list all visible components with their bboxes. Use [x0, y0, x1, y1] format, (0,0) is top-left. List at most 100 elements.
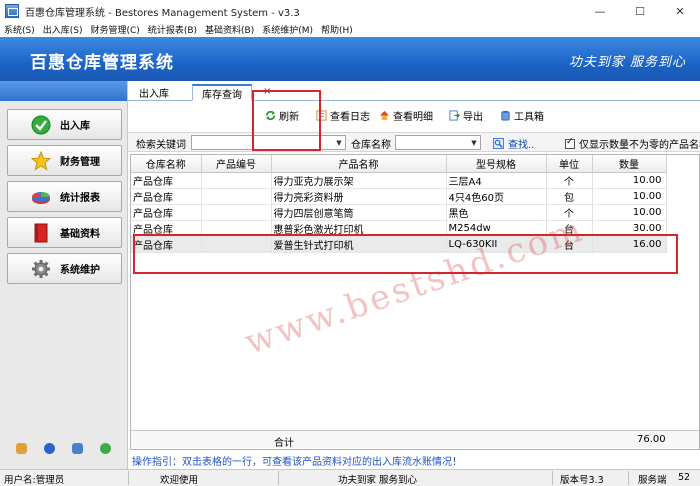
toolbar: 刷新 查看日志 查看明细 导出 工具箱 [128, 106, 700, 124]
cell-quantity: 10.00 [592, 204, 667, 221]
cell-unit: 台 [546, 236, 593, 253]
column-header-quantity[interactable]: 数量 [592, 155, 667, 173]
sidebar-item-stock-inout[interactable]: 出入库 [7, 109, 122, 140]
cell-product-name: 得力亮彩资料册 [271, 188, 447, 205]
sidebar-item-maintenance[interactable]: 系统维护 [7, 253, 122, 284]
gear-icon [30, 258, 52, 280]
window-controls: — ☐ ✕ [580, 0, 700, 22]
nonzero-filter-checkbox[interactable]: 仅显示数量不为零的产品名称 [565, 136, 700, 151]
status-bar: 用户名:管理员 欢迎使用 功夫到家 服务到心 版本号3.3 服务端 52 [0, 469, 700, 486]
warehouse-label: 仓库名称 [351, 140, 391, 151]
export-button[interactable]: 导出 [449, 106, 483, 124]
keyword-combo[interactable]: ▼ [191, 135, 346, 150]
table-row[interactable]: 产品仓库 得力亮彩资料册 4只4色60页 包 10.00 [131, 188, 667, 205]
cell-model: 黑色 [446, 204, 547, 221]
menu-bar: 系统(S) 出入库(S) 财务管理(C) 统计报表(B) 基础资料(B) 系统维… [0, 22, 700, 37]
cell-warehouse: 产品仓库 [131, 172, 202, 189]
menu-help[interactable]: 帮助(H) [321, 23, 353, 36]
refresh-icon[interactable] [99, 443, 111, 454]
cell-product-code [201, 188, 272, 205]
sidebar-item-label: 系统维护 [60, 265, 100, 276]
info-icon[interactable] [44, 443, 56, 454]
chevron-down-icon[interactable]: ▼ [333, 136, 345, 149]
table-row[interactable]: 产品仓库 得力亚克力展示架 三层A4 个 10.00 [131, 172, 667, 189]
column-header-product-code[interactable]: 产品编号 [201, 155, 272, 173]
status-version: 版本号3.3 [560, 475, 604, 486]
cell-quantity: 10.00 [592, 188, 667, 205]
cell-warehouse: 产品仓库 [131, 204, 202, 221]
banner-slogan: 功夫到家 服务到心 [568, 55, 686, 70]
table-footer: 合计 76.00 [131, 430, 699, 449]
refresh-button[interactable]: 刷新 [265, 106, 299, 124]
search-icon[interactable] [71, 443, 83, 454]
close-button[interactable]: ✕ [660, 0, 700, 22]
menu-reports[interactable]: 统计报表(B) [148, 23, 197, 36]
keyword-label: 检索关键词 [136, 140, 186, 151]
cell-product-name: 得力四层创意笔筒 [271, 204, 447, 221]
cell-product-name: 得力亚克力展示架 [271, 172, 447, 189]
table-row[interactable]: 产品仓库 惠普彩色激光打印机 M254dw 台 30.00 [131, 220, 667, 237]
sidebar-item-finance[interactable]: 财务管理 [7, 145, 122, 176]
menu-finance[interactable]: 财务管理(C) [91, 23, 140, 36]
minimize-button[interactable]: — [580, 0, 620, 22]
refresh-icon [265, 110, 276, 120]
checkbox-checked-icon[interactable] [565, 137, 575, 149]
search-bar: 检索关键词 ▼ 仓库名称 ▼ 查找.. 仅显示数量不为零的产品名称 [128, 132, 700, 152]
view-detail-button[interactable]: 查看明细 [379, 106, 433, 124]
tab-stock-inout[interactable]: 出入库 [130, 84, 178, 101]
notes-icon[interactable] [16, 443, 28, 454]
status-slogan: 功夫到家 服务到心 [338, 475, 418, 486]
export-label: 导出 [463, 111, 483, 123]
cell-product-code [201, 220, 272, 237]
cell-warehouse: 产品仓库 [131, 188, 202, 205]
column-header-unit[interactable]: 单位 [546, 155, 593, 173]
cell-product-code [201, 204, 272, 221]
cell-unit: 个 [546, 204, 593, 221]
tab-close-icon[interactable]: × [263, 86, 271, 97]
menu-system[interactable]: 系统(S) [4, 23, 35, 36]
sidebar-item-reports[interactable]: 统计报表 [7, 181, 122, 212]
cell-quantity: 10.00 [592, 172, 667, 189]
window-title: 百惠仓库管理系统 - Bestores Management System - … [25, 7, 300, 19]
check-circle-icon [30, 114, 52, 136]
operation-hint: 操作指引：双击表格的一行，可查看该产品资料对应的出入库流水账情况！ [132, 457, 462, 468]
cell-product-name: 爱普生针式打印机 [271, 236, 447, 253]
find-button[interactable]: 查找.. [493, 136, 534, 151]
toolbox-icon [501, 110, 510, 121]
toolbox-button[interactable]: 工具箱 [500, 106, 544, 124]
sidebar: 出入库 财务管理 统计报表 基础资料 系统维护 [0, 81, 128, 469]
sidebar-header [0, 81, 127, 101]
sidebar-item-basic-data[interactable]: 基础资料 [7, 217, 122, 248]
menu-maintenance[interactable]: 系统维护(M) [262, 23, 313, 36]
table-row-selected[interactable]: 产品仓库 爱普生针式打印机 LQ-630KII 台 16.00 [131, 236, 667, 253]
total-value: 76.00 [637, 434, 666, 445]
column-header-product-name[interactable]: 产品名称 [271, 155, 447, 173]
inventory-table: 仓库名称 产品编号 产品名称 型号规格 单位 数量 产品仓库 得力亚克力展示架 … [131, 155, 667, 253]
find-label: 查找.. [508, 140, 535, 151]
column-header-model[interactable]: 型号规格 [446, 155, 547, 173]
status-separator [128, 471, 129, 485]
star-icon [30, 150, 52, 172]
column-header-warehouse[interactable]: 仓库名称 [131, 155, 202, 173]
maximize-button[interactable]: ☐ [620, 0, 660, 22]
tab-inventory-query[interactable]: 库存查询 [192, 84, 252, 101]
view-detail-label: 查看明细 [393, 111, 433, 123]
chevron-down-icon[interactable]: ▼ [468, 136, 480, 149]
status-number: 52 [678, 472, 691, 483]
toolbox-label: 工具箱 [514, 111, 544, 123]
sidebar-shortcuts [0, 443, 127, 454]
cell-product-code [201, 172, 272, 189]
status-separator [552, 471, 553, 485]
menu-basic-data[interactable]: 基础资料(B) [205, 23, 254, 36]
total-label: 合计 [274, 438, 294, 449]
menu-stock-inout[interactable]: 出入库(S) [43, 23, 83, 36]
app-brand-title: 百惠仓库管理系统 [30, 53, 174, 73]
main-panel: 出入库 库存查询 × 刷新 查看日志 查看明细 导出 工具箱 检索关键词 ▼ 仓… [128, 81, 700, 469]
title-bar: 百惠仓库管理系统 - Bestores Management System - … [0, 0, 700, 22]
cell-unit: 个 [546, 172, 593, 189]
view-log-button[interactable]: 查看日志 [316, 106, 370, 124]
warehouse-combo[interactable]: ▼ [395, 135, 481, 150]
table-row[interactable]: 产品仓库 得力四层创意笔筒 黑色 个 10.00 [131, 204, 667, 221]
status-separator [628, 471, 629, 485]
view-log-label: 查看日志 [330, 111, 370, 123]
